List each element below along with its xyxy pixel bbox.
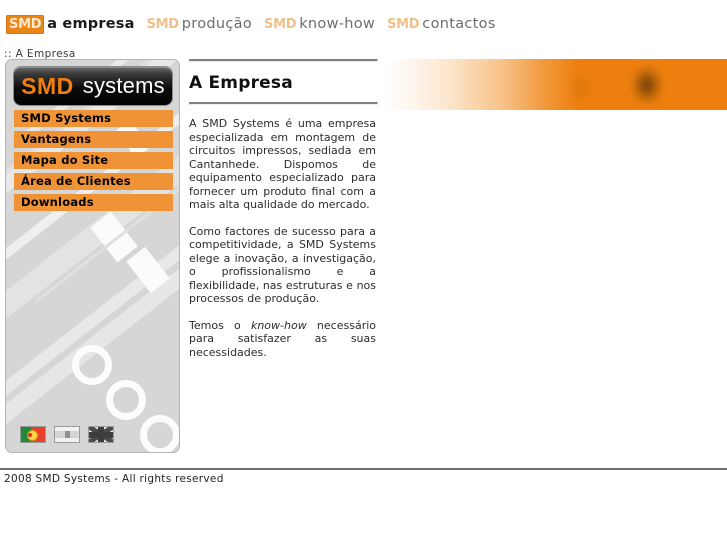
banner-highlight-primary	[630, 64, 664, 106]
footer-copyright: 2008 SMD Systems - All rights reserved	[4, 473, 224, 485]
nav-item-contactos[interactable]: SMD contactos	[386, 16, 496, 33]
sidebar-item-mapa-do-site[interactable]: Mapa do Site	[14, 152, 173, 169]
sidebar-item-area-de-clientes[interactable]: Área de Clientes	[14, 173, 173, 190]
spanish-flag-icon[interactable]	[54, 426, 80, 443]
content-paragraph-2: Como factores de sucesso para a competit…	[189, 224, 376, 306]
header-banner-image	[386, 59, 727, 110]
nav-smd-badge: SMD	[264, 16, 297, 32]
title-divider-bottom	[189, 102, 378, 105]
nav-smd-badge: SMD	[387, 16, 420, 32]
paragraph-text-before: Temos o	[189, 318, 251, 332]
nav-item-label: know-how	[299, 15, 376, 32]
logo-smd-text: SMD	[21, 72, 74, 99]
top-navigation: SMD a empresa SMD produção SMD know-how …	[6, 13, 496, 35]
content-paragraph-3: Temos o know-how necessário para satisfa…	[189, 319, 376, 360]
nav-item-producao[interactable]: SMD produção	[146, 16, 252, 33]
sidebar-menu: SMD Systems Vantagens Mapa do Site Área …	[14, 110, 173, 215]
footer-divider	[0, 468, 727, 470]
sidebar: SMD systems SMD Systems Vantagens Mapa d…	[5, 59, 180, 453]
language-selector	[20, 426, 114, 443]
title-divider-top	[189, 59, 378, 62]
main-content: A Empresa A SMD Systems é uma empresa es…	[189, 59, 378, 372]
know-how-emphasis: know-how	[250, 318, 307, 332]
portuguese-flag-icon[interactable]	[20, 426, 46, 443]
smd-systems-logo[interactable]: SMD systems	[14, 67, 172, 105]
sidebar-item-vantagens[interactable]: Vantagens	[14, 131, 173, 148]
banner-highlight-secondary	[566, 73, 594, 103]
page-title: A Empresa	[189, 73, 293, 93]
nav-item-label: a empresa	[47, 15, 135, 32]
content-paragraph-1: A SMD Systems é uma empresa especializad…	[189, 117, 376, 211]
logo-systems-text: systems	[82, 73, 165, 98]
nav-item-label: contactos	[422, 15, 496, 32]
nav-smd-badge: SMD	[146, 16, 180, 32]
nav-smd-badge: SMD	[6, 14, 45, 34]
nav-item-know-how[interactable]: SMD know-how	[263, 16, 375, 33]
english-flag-icon[interactable]	[88, 426, 114, 443]
nav-item-a-empresa[interactable]: SMD a empresa	[6, 14, 135, 34]
nav-item-label: produção	[181, 15, 253, 32]
sidebar-item-smd-systems[interactable]: SMD Systems	[14, 110, 173, 127]
sidebar-item-downloads[interactable]: Downloads	[14, 194, 173, 211]
